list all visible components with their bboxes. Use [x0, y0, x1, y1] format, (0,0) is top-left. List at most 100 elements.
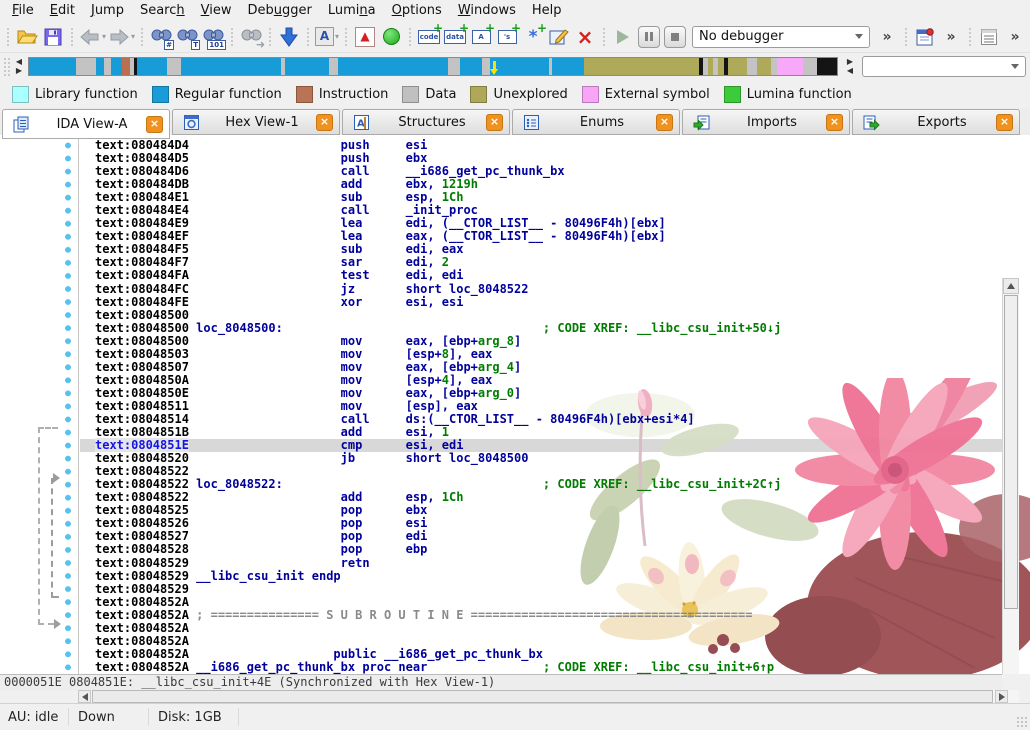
band-zoom-out-button[interactable]: ◀: [843, 66, 857, 76]
tab-close-icon[interactable]: ×: [656, 114, 673, 131]
scroll-up-button[interactable]: [1003, 278, 1019, 294]
toolbar-group-handle[interactable]: [343, 26, 349, 48]
toolbar-group-handle[interactable]: [229, 26, 235, 48]
debugger-select-value: No debugger: [699, 29, 783, 44]
debugger-select[interactable]: No debugger: [692, 26, 870, 48]
disassembly-listing[interactable]: text:080484D4 push esitext:080484D5 push…: [80, 139, 1002, 674]
band-scroll-right-button[interactable]: ▶: [12, 66, 26, 76]
legend-label: External symbol: [605, 87, 710, 102]
ida-pro-window: FileEditJumpSearchViewDebuggerLuminaOpti…: [0, 0, 1030, 730]
tab-ida-view-a[interactable]: IDA View-A×: [2, 109, 170, 139]
code-line[interactable]: text:080484FE xor esi, esi: [80, 296, 1002, 309]
code-line[interactable]: text:08048529 __libc_csu_init endp: [80, 570, 1002, 583]
app-status-bar: AU: idle Down Disk: 1GB: [0, 703, 1030, 730]
debug-start-icon[interactable]: [611, 24, 635, 50]
structures-icon: A: [353, 114, 370, 131]
legend-label: Library function: [35, 87, 138, 102]
horizontal-scrollbar[interactable]: [78, 690, 1019, 703]
tab-close-icon[interactable]: ×: [146, 116, 163, 133]
open-file-icon[interactable]: [15, 24, 39, 50]
rename-icon[interactable]: A▾: [315, 24, 339, 50]
toolbar-group-handle[interactable]: [601, 26, 607, 48]
make-code-icon[interactable]: code+: [417, 24, 441, 50]
code-line[interactable]: text:0804852A __i686_get_pc_thunk_bx pro…: [80, 661, 1002, 674]
vertical-scrollbar[interactable]: [1002, 278, 1019, 674]
toolbar-drag-handle[interactable]: [3, 57, 10, 76]
toolbar-group-handle[interactable]: [139, 26, 145, 48]
make-string-icon[interactable]: 's+: [495, 24, 519, 50]
tab-enums[interactable]: Enums×: [512, 109, 680, 135]
window-resize-grip[interactable]: [1016, 716, 1028, 728]
tab-hex-view-1[interactable]: Hex View-1×: [172, 109, 340, 135]
navigation-band-row: ◀ ▶ ▶ ◀: [0, 53, 1030, 80]
disassembly-view[interactable]: text:080484D4 push esitext:080484D5 push…: [0, 139, 1030, 674]
band-segment: [329, 58, 339, 75]
navigation-band[interactable]: [28, 57, 838, 76]
band-range-combo[interactable]: [862, 56, 1026, 77]
debug-stop-icon[interactable]: [663, 24, 687, 50]
jump-to-address-icon[interactable]: #: [149, 24, 173, 50]
tab-close-icon[interactable]: ×: [316, 114, 333, 131]
scroll-right-button[interactable]: [995, 690, 1008, 703]
search-binary-icon[interactable]: 101: [201, 24, 225, 50]
band-segment: [803, 58, 817, 75]
edit-comment-icon[interactable]: [547, 24, 571, 50]
menu-search[interactable]: Search: [132, 1, 193, 20]
tab-close-icon[interactable]: ×: [996, 114, 1013, 131]
make-name-icon[interactable]: A+: [469, 24, 493, 50]
navigate-back-icon[interactable]: ▾: [79, 24, 106, 50]
debug-pause-icon[interactable]: [637, 24, 661, 50]
toolbar-group-handle[interactable]: [967, 26, 973, 48]
tab-label: Enums: [548, 115, 656, 130]
tab-close-icon[interactable]: ×: [486, 114, 503, 131]
code-line[interactable]: text:0804852A ; =============== S U B R …: [80, 609, 1002, 622]
vertical-scroll-thumb[interactable]: [1004, 295, 1018, 609]
menu-jump[interactable]: Jump: [83, 1, 132, 20]
toolbar-group-handle[interactable]: [267, 26, 273, 48]
tab-structures[interactable]: AStructures×: [342, 109, 510, 135]
arrow-left-icon: [82, 693, 88, 701]
make-array-icon[interactable]: *+: [521, 24, 545, 50]
desktop-notes-icon[interactable]: [913, 24, 937, 50]
menu-view[interactable]: View: [193, 1, 240, 20]
menu-help[interactable]: Help: [524, 1, 570, 20]
code-line[interactable]: text:0804852A: [80, 622, 1002, 635]
legend-item: Library function: [12, 86, 138, 103]
window-list-icon[interactable]: [977, 24, 1001, 50]
problems-list-icon[interactable]: ▲: [353, 24, 377, 50]
menu-debugger[interactable]: Debugger: [240, 1, 320, 20]
tab-exports[interactable]: Exports×: [852, 109, 1020, 135]
scroll-left-button[interactable]: [78, 690, 91, 703]
legend-color-chip: [152, 86, 169, 103]
toolbar-group-handle[interactable]: [305, 26, 311, 48]
toolbar-group-handle[interactable]: [5, 26, 11, 48]
navigate-forward-icon[interactable]: ▾: [108, 24, 135, 50]
band-segment: [338, 58, 447, 75]
menu-file[interactable]: File: [4, 1, 42, 20]
legend-color-chip: [12, 86, 29, 103]
menu-windows[interactable]: Windows: [450, 1, 524, 20]
horizontal-scroll-thumb[interactable]: [92, 690, 993, 703]
toolbar-overflow2-icon[interactable]: »: [939, 24, 963, 50]
menu-options[interactable]: Options: [384, 1, 450, 20]
undefine-icon[interactable]: ×: [573, 24, 597, 50]
toolbar-group-handle[interactable]: [903, 26, 909, 48]
menu-lumina[interactable]: Lumina: [320, 1, 384, 20]
code-line[interactable]: text:08048529: [80, 583, 1002, 596]
band-segment: [728, 58, 748, 75]
save-file-icon[interactable]: [41, 24, 65, 50]
toolbar-group-handle[interactable]: [407, 26, 413, 48]
menu-edit[interactable]: Edit: [42, 1, 83, 20]
make-data-icon[interactable]: data+: [443, 24, 467, 50]
lumina-status-icon[interactable]: [379, 24, 403, 50]
tab-close-icon[interactable]: ×: [826, 114, 843, 131]
tab-imports[interactable]: Imports×: [682, 109, 850, 135]
band-segment: [104, 58, 111, 75]
search-text-icon[interactable]: T: [175, 24, 199, 50]
code-line[interactable]: text:08048520 jb short loc_8048500: [80, 452, 1002, 465]
toolbar-group-handle[interactable]: [69, 26, 75, 48]
jump-by-name-icon[interactable]: [277, 24, 301, 50]
toolbar-overflow3-icon[interactable]: »: [1003, 24, 1027, 50]
toolbar-overflow-icon[interactable]: »: [875, 24, 899, 50]
jump-to-xref-icon[interactable]: ➜: [239, 24, 263, 50]
